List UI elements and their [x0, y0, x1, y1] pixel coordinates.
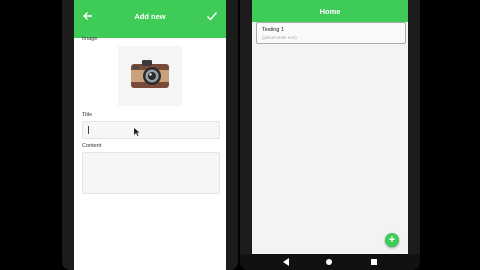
home-screen: Home Testing 1 (placeholder text) + — [252, 0, 408, 254]
add-note-button[interactable]: + — [385, 233, 399, 247]
right-phone: Home Testing 1 (placeholder text) + — [240, 0, 420, 270]
image-label: Image — [82, 36, 98, 42]
home-title: Home — [319, 7, 341, 16]
nav-home-icon[interactable] — [326, 259, 332, 265]
mouse-cursor-icon — [134, 128, 140, 136]
text-caret — [88, 126, 89, 134]
left-phone: Add new Image Title Content — [62, 0, 238, 270]
title-input[interactable] — [82, 121, 220, 139]
nav-back-icon[interactable] — [282, 258, 290, 266]
system-nav-bar — [240, 254, 420, 270]
title-label: Title — [82, 112, 93, 118]
add-new-screen: Add new Image Title Content — [74, 0, 226, 270]
nav-recent-icon[interactable] — [371, 259, 377, 265]
plus-icon: + — [388, 234, 396, 246]
note-title: Testing 1 — [262, 27, 285, 33]
content-label: Content — [82, 143, 102, 149]
note-subtitle: (placeholder text) — [262, 35, 297, 40]
add-new-app-bar: Add new — [74, 0, 226, 38]
add-new-title: Add new — [134, 12, 166, 21]
note-list-item[interactable]: Testing 1 (placeholder text) — [256, 22, 406, 44]
check-icon[interactable] — [206, 10, 218, 22]
content-input[interactable] — [82, 152, 220, 194]
home-app-bar: Home — [252, 0, 408, 22]
camera-icon[interactable] — [130, 58, 170, 90]
